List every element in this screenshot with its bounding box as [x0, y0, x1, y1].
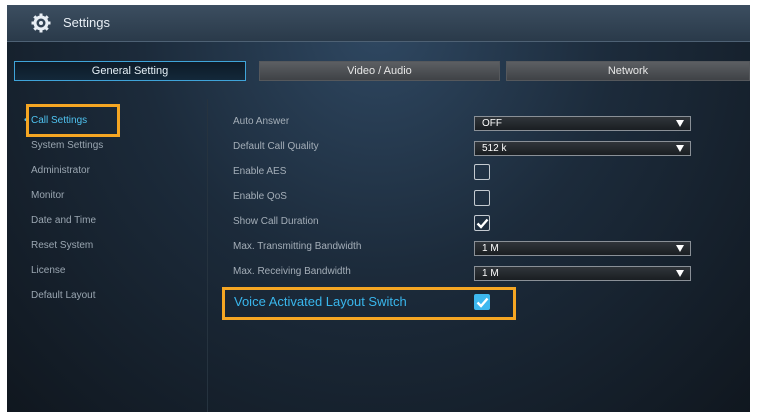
window-title: Settings [63, 15, 110, 30]
max-transmitting-bandwidth-dropdown[interactable]: 1 M [474, 241, 691, 256]
sidebar-item-monitor[interactable]: Monitor [31, 187, 64, 205]
enable-qos-checkbox[interactable] [474, 190, 490, 206]
triangle-down-icon [676, 145, 684, 152]
call-settings-highlight [26, 104, 120, 137]
show-call-duration-label: Show Call Duration [233, 216, 319, 227]
title-bar: Settings [7, 5, 750, 42]
enable-aes-label: Enable AES [233, 166, 287, 177]
triangle-down-icon [676, 245, 684, 252]
default-call-quality-dropdown[interactable]: 512 k [474, 141, 691, 156]
tab-general-setting[interactable]: General Setting [14, 61, 246, 81]
auto-answer-label: Auto Answer [233, 116, 290, 127]
default-call-quality-value: 512 k [482, 143, 507, 154]
max-receiving-bandwidth-dropdown[interactable]: 1 M [474, 266, 691, 281]
show-call-duration-checkbox[interactable] [474, 215, 490, 231]
checkmark-icon [476, 297, 489, 308]
max-transmitting-bandwidth-label: Max. Transmitting Bandwidth [233, 241, 362, 252]
enable-qos-label: Enable QoS [233, 191, 287, 202]
voice-activated-layout-switch-label: Voice Activated Layout Switch [234, 294, 407, 309]
auto-answer-dropdown[interactable]: OFF [474, 116, 691, 131]
triangle-down-icon [676, 120, 684, 127]
voice-activated-layout-switch-checkbox[interactable] [474, 294, 490, 310]
triangle-down-icon [676, 270, 684, 277]
tab-bar: General Setting Video / Audio Network [7, 61, 750, 81]
tab-video-audio[interactable]: Video / Audio [259, 61, 500, 81]
sidebar-item-administrator[interactable]: Administrator [31, 162, 90, 180]
max-receiving-bandwidth-value: 1 M [482, 268, 499, 279]
settings-window: Settings General Setting Video / Audio N… [7, 5, 750, 412]
max-transmitting-bandwidth-value: 1 M [482, 243, 499, 254]
sidebar-item-system-settings[interactable]: System Settings [31, 137, 103, 155]
enable-aes-checkbox[interactable] [474, 164, 490, 180]
sidebar: Call Settings System Settings Administra… [7, 99, 208, 412]
sidebar-item-license[interactable]: License [31, 262, 65, 280]
auto-answer-value: OFF [482, 118, 502, 129]
sidebar-item-date-and-time[interactable]: Date and Time [31, 212, 96, 230]
default-call-quality-label: Default Call Quality [233, 141, 319, 152]
tab-network[interactable]: Network [506, 61, 750, 81]
max-receiving-bandwidth-label: Max. Receiving Bandwidth [233, 266, 351, 277]
sidebar-item-reset-system[interactable]: Reset System [31, 237, 93, 255]
sidebar-item-default-layout[interactable]: Default Layout [31, 287, 96, 305]
checkmark-icon [476, 218, 489, 229]
gear-icon [31, 13, 51, 33]
